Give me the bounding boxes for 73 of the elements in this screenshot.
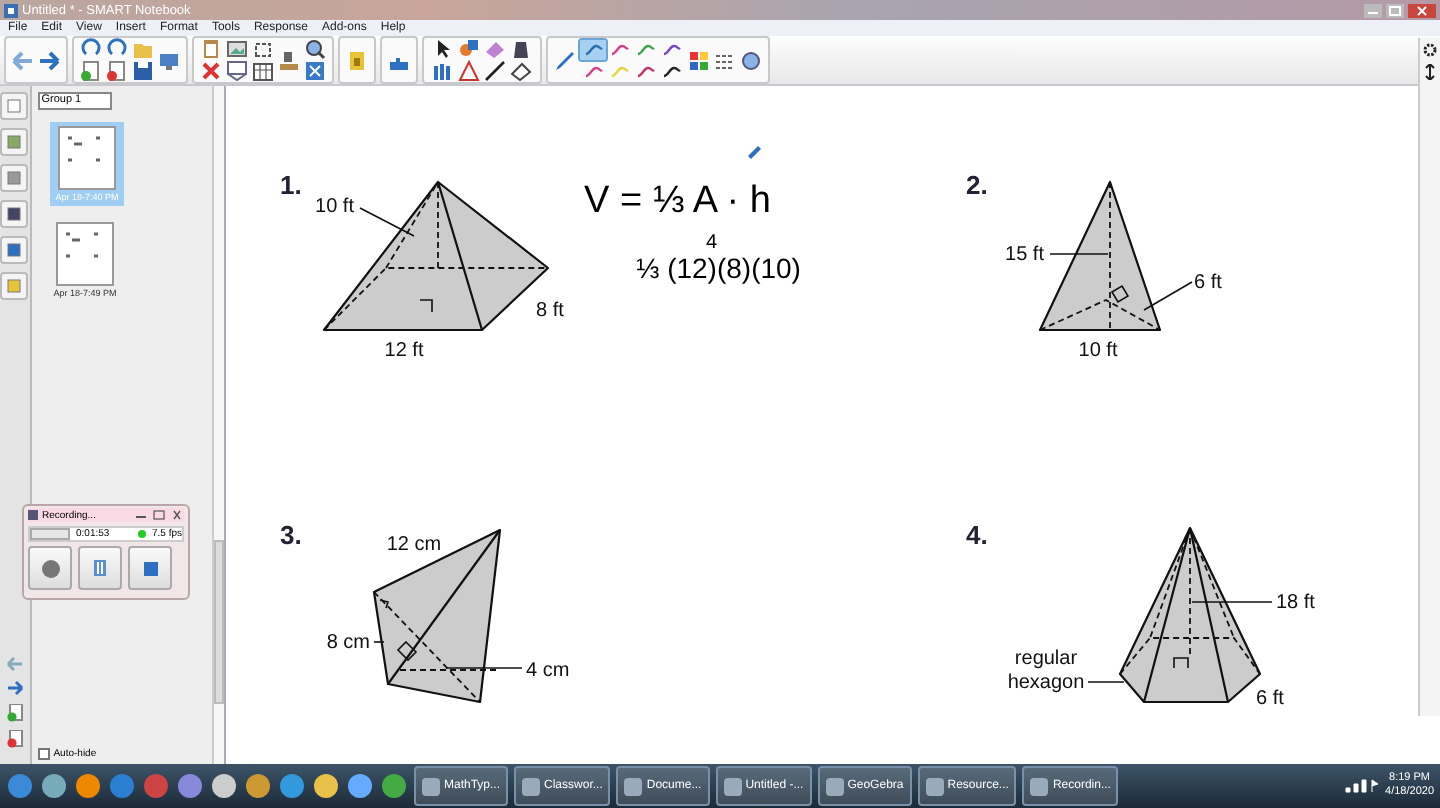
delete-icon[interactable] [200,60,222,82]
dimension-label: 10 ft [315,196,354,218]
redo-icon[interactable] [106,38,128,60]
color-palette-icon[interactable] [688,49,710,71]
screen-shade-icon[interactable] [226,60,248,82]
page-preview-drawing [57,126,116,190]
leader-line [1049,253,1109,255]
dimension-label: 4 cm [526,660,570,682]
eraser-outline-icon[interactable] [510,60,532,82]
shapes-icon[interactable] [458,38,480,60]
stop-icon [143,561,157,575]
dimension-label: 12 ft [384,340,424,362]
status-dot-icon [137,530,146,538]
handwritten-calculation: ⅓ (12)(8)(10) [636,252,801,284]
dimension-label: 6 ft [1256,688,1284,710]
undo-icon[interactable] [80,38,102,60]
capture-icon[interactable] [252,38,274,60]
close-icon[interactable] [1408,3,1436,17]
dimension-label: 8 cm [326,632,370,654]
delete-page-icon[interactable] [5,730,24,748]
record-dot-icon [41,559,59,577]
line-icon[interactable] [484,60,506,82]
pause-button[interactable] [78,546,122,590]
handwritten-correction: 4 [706,232,718,254]
handwritten-formula: V = ⅓ A · h [584,180,771,222]
dimension-label: 12 cm [386,534,442,556]
move-toolbar-icon[interactable] [1422,64,1438,80]
pen-cursor-icon [748,146,761,159]
maximize-icon[interactable] [152,510,166,520]
leader-line [445,667,523,669]
add-page-icon[interactable] [80,60,102,82]
dimension-label: regular [1014,648,1078,670]
dimension-label: 15 ft [1005,244,1044,266]
line-style-icon[interactable] [714,49,736,71]
problem-number: 3. [280,520,302,550]
settings-icon[interactable] [1422,42,1438,58]
paste-icon[interactable] [200,38,222,60]
record-button[interactable] [28,546,72,590]
minimize-icon[interactable] [134,510,148,520]
dimension-label: 10 ft [1078,340,1118,362]
page-preview-drawing [55,222,114,286]
leader-line [373,641,385,643]
forward-arrow-icon[interactable] [5,680,24,696]
forward-arrow-icon[interactable] [38,49,60,71]
close-icon[interactable] [170,510,184,520]
save-icon[interactable] [132,60,154,82]
table-icon[interactable] [252,60,274,82]
leader-line [359,207,415,237]
leader-line [1087,681,1125,683]
image-icon[interactable] [226,38,248,60]
delete-page-icon[interactable] [106,60,128,82]
display-icon[interactable] [158,49,180,71]
tray-icons [1343,778,1380,794]
leader-line [1143,281,1193,311]
pointer-icon[interactable] [432,38,454,60]
problem-number: 4. [966,520,988,550]
dimension-label: 18 ft [1276,592,1315,614]
problem-number: 2. [966,170,988,200]
leader-line [1191,601,1273,603]
pens-icon[interactable] [432,60,454,82]
problem-number: 1. [280,170,302,200]
add-page-icon[interactable] [5,704,24,722]
dimension-label: 6 ft [1194,272,1222,294]
zoom-page-icon[interactable] [304,60,326,82]
minimize-icon[interactable] [1364,3,1382,17]
dimension-label: hexagon [1007,672,1085,694]
stop-button[interactable] [128,546,172,590]
app-icon [4,3,18,17]
pause-icon [94,560,106,576]
dimension-label: 8 ft [536,300,564,322]
magnifier-icon[interactable] [304,38,326,60]
auto-hide-checkbox[interactable] [37,748,50,760]
scrollbar-thumb[interactable] [214,540,224,704]
